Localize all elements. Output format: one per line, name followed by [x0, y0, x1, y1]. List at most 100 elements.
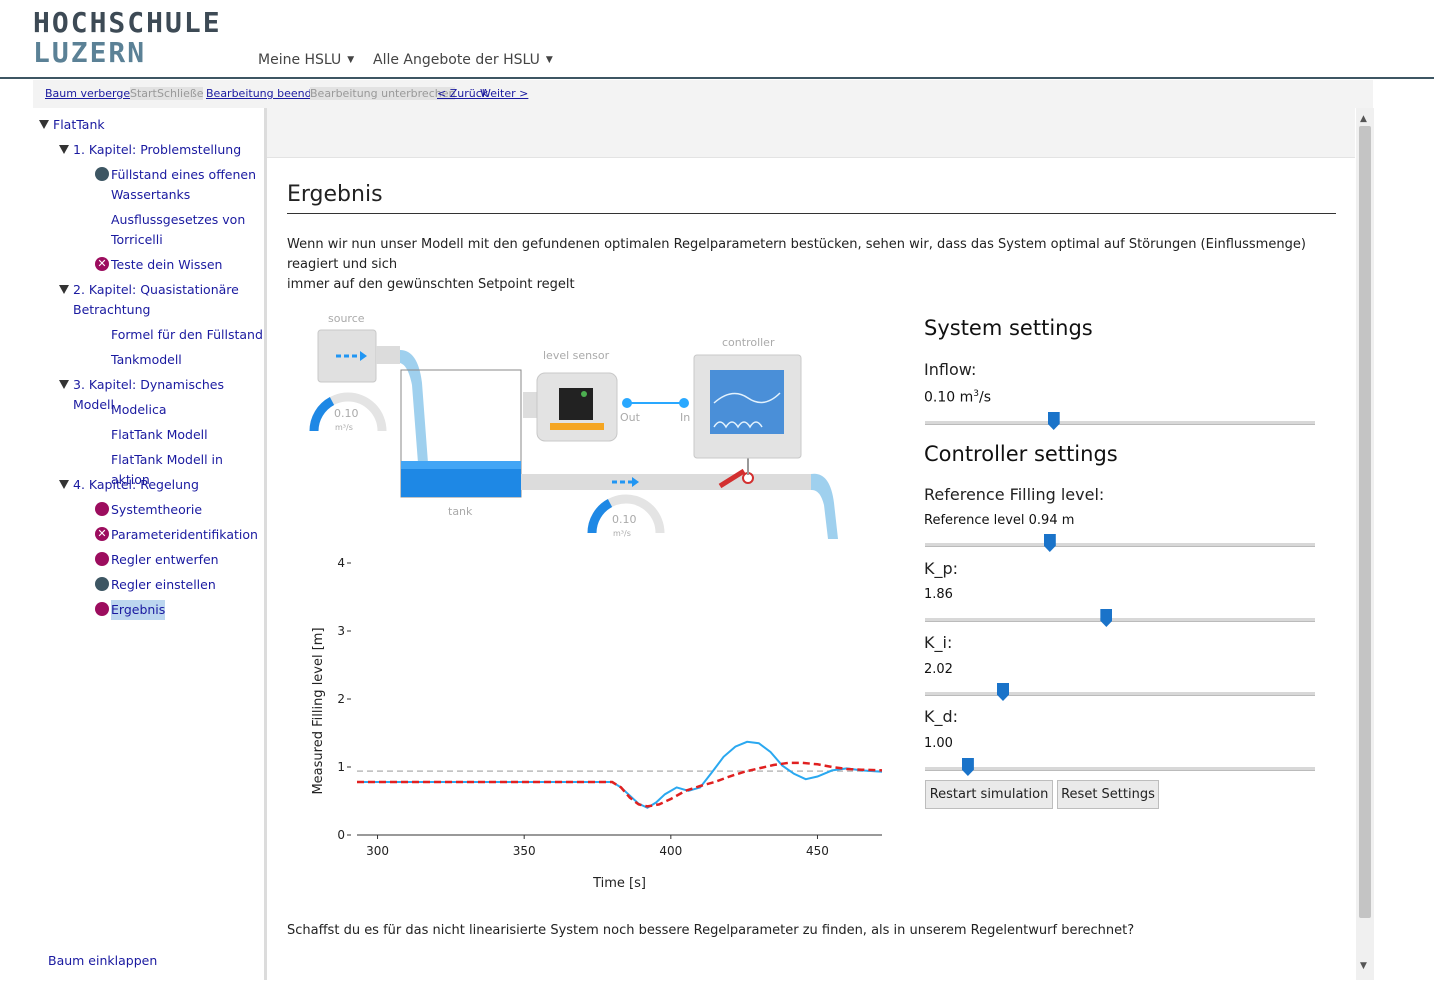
tree-item-regler-entwerfen[interactable]: Regler entwerfen [111, 550, 219, 570]
tree-item-formel[interactable]: Formel für den Füllstand [111, 325, 263, 345]
sensor-connector [523, 392, 537, 418]
nav-alle-angebote[interactable]: Alle Angebote der HSLU ▼ [373, 52, 553, 68]
hslu-logo[interactable]: HOCHSCHULE LUZERN [33, 8, 222, 68]
gauge-fill [309, 397, 335, 432]
ki-label: K_i: [924, 633, 953, 652]
expand-triangle-icon[interactable] [59, 380, 69, 389]
inflow-slider[interactable] [925, 412, 1315, 430]
slider-thumb[interactable] [961, 758, 974, 776]
kp-value: 1.86 [924, 587, 953, 602]
tree-item-flattank[interactable]: FlatTank [53, 115, 105, 135]
port-in-label: In [680, 411, 690, 424]
kd-label: K_d: [924, 707, 959, 726]
status-completed-icon [95, 502, 109, 516]
kp-label: K_p: [924, 559, 959, 578]
ki-slider[interactable] [925, 683, 1315, 701]
filling-level-chart: 300 350 400 450 0 1 2 3 4 Time [s] Measured Fillin… [311, 556, 883, 891]
kd-slider[interactable] [925, 758, 1315, 776]
x-axis-label: Time [s] [592, 876, 646, 891]
sensor-led [581, 391, 587, 397]
x-tick-label: 450 [806, 844, 829, 858]
y-tick-label: 1 [337, 760, 345, 774]
expand-triangle-icon[interactable] [59, 285, 69, 294]
expand-triangle-icon[interactable] [59, 145, 69, 154]
kp-slider[interactable] [925, 609, 1315, 627]
tree-item-systemtheorie[interactable]: Systemtheorie [111, 500, 202, 520]
gauge-fill [587, 499, 613, 534]
slider-thumb[interactable] [997, 683, 1009, 701]
course-toolbar: Baum verbergen Start Schließen Bearbeitu… [33, 80, 1373, 108]
outro-text: Schaffst du es für das nicht linearisier… [287, 923, 1135, 938]
ki-value: 2.02 [924, 662, 953, 677]
reference-level-label: Reference Filling level: [924, 485, 1105, 504]
tree-item-chapter-4[interactable]: 4. Kapitel: Regelung [73, 475, 199, 495]
expand-triangle-icon[interactable] [59, 480, 69, 489]
nav-meine-hslu[interactable]: Meine HSLU ▼ [258, 52, 354, 68]
tree-item-modelica[interactable]: Modelica [111, 400, 167, 420]
tree-item-flattank-modell[interactable]: FlatTank Modell [111, 425, 208, 445]
tree-item-ausflussgesetz[interactable]: Ausflussgesetzes von Torricelli [111, 210, 245, 250]
content-scrollbar[interactable]: ▲ ▼ [1356, 108, 1374, 980]
course-tree: FlatTank 1. Kapitel: Problemstellung Fül… [33, 108, 267, 980]
status-failed-icon: ✕ [95, 257, 109, 271]
slider-thumb[interactable] [1043, 534, 1056, 552]
tree-item-teste-dein-wissen[interactable]: Teste dein Wissen [111, 255, 222, 275]
reference-level-slider[interactable] [925, 534, 1315, 552]
controller-screen [710, 370, 784, 434]
tree-item-chapter-3[interactable]: 3. Kapitel: Dynamisches Modell [73, 375, 264, 415]
reset-settings-button[interactable]: Reset Settings [1057, 780, 1159, 809]
x-tick-label: 350 [513, 844, 536, 858]
hide-tree-link[interactable]: Baum verbergen [45, 87, 137, 100]
status-in-progress-icon [95, 577, 109, 591]
end-edit-link[interactable]: Bearbeitung beenden [206, 87, 325, 100]
y-tick-label: 0 [337, 828, 345, 842]
measured-level-line [357, 740, 883, 809]
inflow-stream [400, 350, 428, 463]
source-pipe [376, 346, 400, 364]
x-tick-label: 400 [659, 844, 682, 858]
slider-thumb[interactable] [1100, 609, 1113, 627]
gauge-value: 0.10 [612, 513, 637, 526]
content-area: Ergebnis Wenn wir nun unser Modell mit d… [267, 108, 1355, 980]
signal-port-in [679, 398, 689, 408]
tree-item-chapter-2[interactable]: 2. Kapitel: Quasistationäre Betrachtung [73, 280, 239, 320]
next-link[interactable]: Weiter > [480, 87, 528, 100]
tree-item-regler-einstellen[interactable]: Regler einstellen [111, 575, 216, 595]
tank-water-surface [401, 461, 521, 469]
scroll-down-icon[interactable]: ▼ [1360, 961, 1367, 971]
signal-port-out [622, 398, 632, 408]
y-tick-label: 3 [337, 624, 345, 638]
tree-item-fuellstand[interactable]: Füllstand eines offenen Wassertanks [111, 165, 256, 205]
y-tick-label: 4 [337, 556, 345, 570]
port-out-label: Out [620, 411, 641, 424]
expand-triangle-icon[interactable] [39, 120, 49, 129]
intro-text: Wenn wir nun unser Modell mit den gefund… [287, 237, 1306, 292]
collapse-tree-link[interactable]: Baum einklappen [48, 951, 157, 971]
caret-down-icon: ▼ [347, 55, 355, 65]
scroll-up-icon[interactable]: ▲ [1360, 114, 1367, 124]
content-top-bar [267, 108, 1355, 158]
tree-item-parameteridentifikation[interactable]: Parameteridentifikation [111, 525, 258, 545]
tank-label: tank [448, 505, 473, 518]
kd-value: 1.00 [924, 736, 953, 751]
gauge-unit: m³/s [335, 423, 353, 432]
tree-item-chapter-1[interactable]: 1. Kapitel: Problemstellung [73, 140, 241, 160]
y-tick-label: 2 [337, 692, 345, 706]
restart-simulation-button[interactable]: Restart simulation [925, 780, 1053, 809]
x-tick-label: 300 [366, 844, 389, 858]
outflow-stream [811, 473, 838, 539]
reference-level-value: Reference level 0.94 m [924, 513, 1075, 528]
slider-thumb[interactable] [1047, 412, 1060, 430]
status-in-progress-icon [95, 167, 109, 181]
level-sensor-label: level sensor [543, 349, 610, 362]
tree-item-ergebnis-active[interactable]: Ergebnis [111, 600, 166, 620]
caret-down-icon: ▼ [545, 55, 553, 65]
status-completed-icon [95, 552, 109, 566]
system-settings-title: System settings [924, 316, 1093, 340]
scrollbar-thumb[interactable] [1359, 126, 1371, 918]
title-divider [287, 213, 1336, 214]
close-link: Schließen [157, 87, 203, 100]
tree-item-tankmodell[interactable]: Tankmodell [111, 350, 182, 370]
inflow-value: 0.10 m3/s [924, 389, 992, 406]
status-completed-icon [95, 602, 109, 616]
